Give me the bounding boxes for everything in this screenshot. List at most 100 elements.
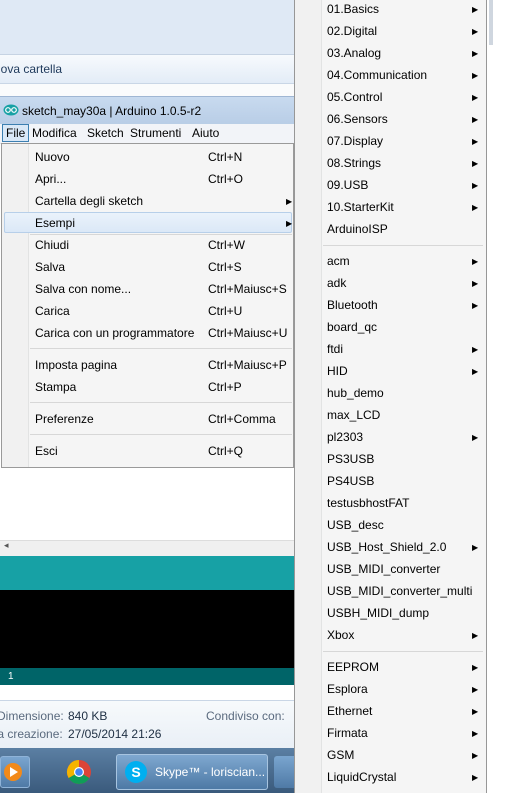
new-folder-button[interactable]: uova cartella: [0, 62, 62, 76]
examples-item-07-display[interactable]: 07.Display: [327, 134, 383, 148]
submenu-arrow-icon: ▶: [472, 773, 479, 782]
menu-strumenti[interactable]: Strumenti: [130, 126, 181, 140]
examples-item-usb-desc[interactable]: USB_desc: [327, 518, 384, 532]
submenu-arrow-icon: ▶: [472, 751, 479, 760]
submenu-arrow-icon: ▶: [472, 203, 479, 212]
submenu-arrow-icon: ▶: [472, 137, 479, 146]
examples-item-acm[interactable]: acm: [327, 254, 350, 268]
examples-item-hid[interactable]: HID: [327, 364, 348, 378]
examples-item-firmata[interactable]: Firmata: [327, 726, 368, 740]
examples-item-06-sensors[interactable]: 06.Sensors: [327, 112, 388, 126]
submenu-arrow-icon: ▶: [472, 257, 479, 266]
examples-item-usb-midi-converter[interactable]: USB_MIDI_converter: [327, 562, 440, 576]
examples-item-04-communication[interactable]: 04.Communication: [327, 68, 427, 82]
submenu-arrow-icon: ▶: [472, 159, 479, 168]
examples-item-eeprom[interactable]: EEPROM: [327, 660, 379, 674]
examples-submenu-gutter: [295, 0, 322, 793]
menu-item-salva-con-nome[interactable]: Salva con nome...: [35, 282, 131, 296]
examples-item-02-digital[interactable]: 02.Digital: [327, 24, 377, 38]
details-pane: [0, 700, 300, 749]
menu-item-salva[interactable]: Salva: [35, 260, 65, 274]
submenu-arrow-icon: ▶: [472, 93, 479, 102]
examples-item-10-starterkit[interactable]: 10.StarterKit: [327, 200, 394, 214]
submenu-arrow-icon: ▶: [472, 71, 479, 80]
menu-sketch[interactable]: Sketch: [87, 126, 124, 140]
scroll-left-icon[interactable]: ◂: [4, 540, 9, 551]
examples-item-liquidcrystal[interactable]: LiquidCrystal: [327, 770, 396, 784]
submenu-arrow-icon: ▶: [472, 181, 479, 190]
menu-item-imposta-pagina[interactable]: Imposta pagina: [35, 358, 117, 372]
examples-item-ethernet[interactable]: Ethernet: [327, 704, 372, 718]
examples-item-bluetooth[interactable]: Bluetooth: [327, 298, 378, 312]
menu-separator: [30, 234, 292, 235]
examples-item-usb-midi-converter-multi[interactable]: USB_MIDI_converter_multi: [327, 584, 472, 598]
submenu-arrow-icon: ▶: [472, 345, 479, 354]
line-number: 1: [8, 671, 14, 682]
menu-item-apri[interactable]: Apri...: [35, 172, 66, 186]
examples-item-board-qc[interactable]: board_qc: [327, 320, 377, 334]
examples-item-ps4usb[interactable]: PS4USB: [327, 474, 374, 488]
submenu-arrow-icon: ▶: [472, 543, 479, 552]
background-window: [487, 0, 519, 793]
code-editor[interactable]: [0, 468, 294, 540]
submenu-arrow-icon: ▶: [286, 219, 293, 228]
skype-icon: S: [125, 761, 147, 783]
status-bar: [0, 556, 294, 590]
menu-item-esci[interactable]: Esci: [35, 444, 58, 458]
chrome-taskbar-button[interactable]: [60, 756, 98, 788]
examples-item-gsm[interactable]: GSM: [327, 748, 354, 762]
examples-item-ftdi[interactable]: ftdi: [327, 342, 343, 356]
menu-item-carica[interactable]: Carica: [35, 304, 70, 318]
menu-separator: [30, 402, 292, 403]
submenu-arrow-icon: ▶: [472, 301, 479, 310]
menu-modifica[interactable]: Modifica: [32, 126, 77, 140]
menu-item-nuovo[interactable]: Nuovo: [35, 150, 70, 164]
arduino-logo-icon: [3, 104, 19, 116]
svg-text:S: S: [131, 764, 140, 780]
examples-item-xbox[interactable]: Xbox: [327, 628, 354, 642]
examples-item-adk[interactable]: adk: [327, 276, 346, 290]
examples-item-max-lcd[interactable]: max_LCD: [327, 408, 380, 422]
menu-item-esempi[interactable]: Esempi: [35, 216, 75, 230]
shortcut-label: Ctrl+Maiusc+S: [208, 282, 287, 296]
creation-date-value: 27/05/2014 21:26: [68, 727, 162, 741]
menu-item-preferenze[interactable]: Preferenze: [35, 412, 94, 426]
chrome-icon: [66, 760, 91, 785]
examples-item-ps3usb[interactable]: PS3USB: [327, 452, 374, 466]
submenu-arrow-icon: ▶: [472, 663, 479, 672]
menu-item-stampa[interactable]: Stampa: [35, 380, 76, 394]
shortcut-label: Ctrl+U: [208, 304, 243, 318]
examples-item-09-usb[interactable]: 09.USB: [327, 178, 368, 192]
examples-item-03-analog[interactable]: 03.Analog: [327, 46, 381, 60]
menu-item-chiudi[interactable]: Chiudi: [35, 238, 69, 252]
shortcut-label: Ctrl+Maiusc+U: [208, 326, 288, 340]
submenu-arrow-icon: ▶: [472, 115, 479, 124]
examples-item-pl2303[interactable]: pl2303: [327, 430, 363, 444]
shared-label: Condiviso con:: [206, 709, 285, 723]
examples-item-arduinoisp[interactable]: ArduinoISP: [327, 222, 388, 236]
menu-separator: [30, 434, 292, 435]
examples-item-usb-host-shield-2-0[interactable]: USB_Host_Shield_2.0: [327, 540, 446, 554]
media-player-taskbar-button[interactable]: [0, 756, 30, 788]
console-output: [0, 590, 294, 668]
menu-separator: [323, 245, 483, 246]
examples-item-esplora[interactable]: Esplora: [327, 682, 368, 696]
examples-item-hub-demo[interactable]: hub_demo: [327, 386, 384, 400]
examples-item-01-basics[interactable]: 01.Basics: [327, 2, 379, 16]
examples-item-05-control[interactable]: 05.Control: [327, 90, 382, 104]
skype-taskbar-label: Skype™ - loriscian...: [155, 765, 266, 779]
menu-aiuto[interactable]: Aiuto: [192, 126, 219, 140]
shortcut-label: Ctrl+P: [208, 380, 242, 394]
shortcut-label: Ctrl+O: [208, 172, 244, 186]
examples-item-usbh-midi-dump[interactable]: USBH_MIDI_dump: [327, 606, 429, 620]
menu-file[interactable]: File: [2, 124, 30, 142]
window-title: sketch_may30a | Arduino 1.0.5-r2: [22, 104, 202, 118]
examples-item-testusbhostfat[interactable]: testusbhostFAT: [327, 496, 409, 510]
menu-item-cartella-sketch[interactable]: Cartella degli sketch: [35, 194, 143, 208]
horizontal-scrollbar[interactable]: [0, 540, 294, 557]
file-menu-gutter: [2, 144, 29, 467]
media-player-icon: [4, 763, 22, 781]
shortcut-label: Ctrl+N: [208, 150, 243, 164]
menu-item-carica-programmatore[interactable]: Carica con un programmatore: [35, 326, 194, 340]
examples-item-08-strings[interactable]: 08.Strings: [327, 156, 381, 170]
